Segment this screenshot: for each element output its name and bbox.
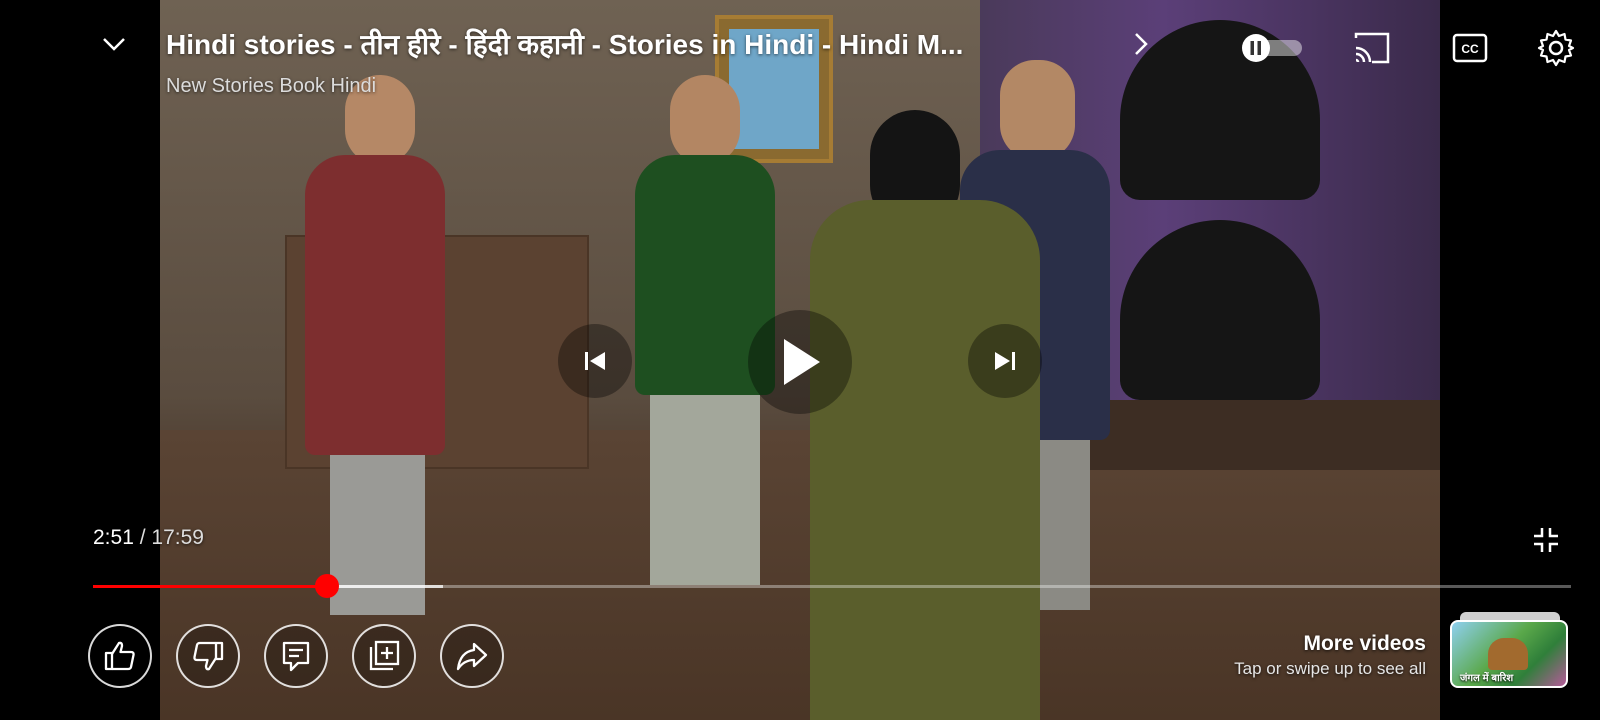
svg-text:CC: CC [1461, 42, 1479, 56]
time-separator: / [139, 526, 146, 549]
share-button[interactable] [440, 624, 504, 688]
share-icon [456, 642, 488, 671]
title-expand-button[interactable] [1128, 28, 1154, 60]
seek-handle[interactable] [314, 574, 339, 598]
channel-name[interactable]: New Stories Book Hindi [166, 75, 376, 98]
seek-bar[interactable] [93, 574, 1571, 598]
more-videos-thumbnail[interactable]: जंगल में बारिश [1450, 612, 1570, 692]
exit-fullscreen-icon [1534, 528, 1558, 552]
thumbs-down-icon [193, 641, 224, 671]
save-to-playlist-button[interactable] [352, 624, 416, 688]
cast-button[interactable] [1352, 30, 1392, 66]
play-button[interactable] [748, 310, 852, 414]
jewelry-shelf [1080, 400, 1440, 470]
like-button[interactable] [88, 624, 152, 688]
comment-icon [282, 641, 310, 672]
settings-button[interactable] [1536, 28, 1576, 68]
previous-video-button[interactable] [558, 324, 632, 398]
autoplay-toggle-icon [1242, 34, 1302, 62]
more-videos-subtitle: Tap or swipe up to see all [1234, 659, 1426, 678]
more-videos-title: More videos [1303, 632, 1426, 655]
hut-illustration [1488, 638, 1528, 670]
thumbs-up-icon [104, 641, 135, 671]
video-title[interactable]: Hindi stories - तीन हीरे - हिंदी कहानी -… [166, 25, 963, 63]
skip-next-icon [995, 352, 1015, 370]
collapse-button[interactable] [96, 26, 132, 62]
gear-icon [1537, 29, 1575, 67]
cc-icon: CC [1452, 33, 1488, 63]
chevron-down-icon [103, 38, 125, 51]
current-time: 2:51 [93, 526, 134, 549]
more-videos[interactable]: More videos Tap or swipe up to see all [1234, 632, 1426, 679]
skip-previous-icon [585, 352, 605, 370]
seek-bar-played [93, 585, 327, 588]
exit-fullscreen-button[interactable] [1532, 526, 1560, 554]
chevron-right-icon [1135, 33, 1148, 55]
add-to-playlist-icon [369, 640, 400, 671]
comments-button[interactable] [264, 624, 328, 688]
autoplay-toggle[interactable] [1240, 34, 1306, 62]
dislike-button[interactable] [176, 624, 240, 688]
time-display: 2:51 / 17:59 [93, 526, 204, 550]
next-video-button[interactable] [968, 324, 1042, 398]
thumbnail-caption: जंगल में बारिश [1460, 673, 1514, 684]
thumbnail-image: जंगल में बारिश [1450, 620, 1568, 688]
cast-icon [1354, 32, 1390, 64]
duration: 17:59 [151, 526, 204, 549]
captions-button[interactable]: CC [1452, 32, 1488, 64]
play-icon [784, 339, 820, 385]
